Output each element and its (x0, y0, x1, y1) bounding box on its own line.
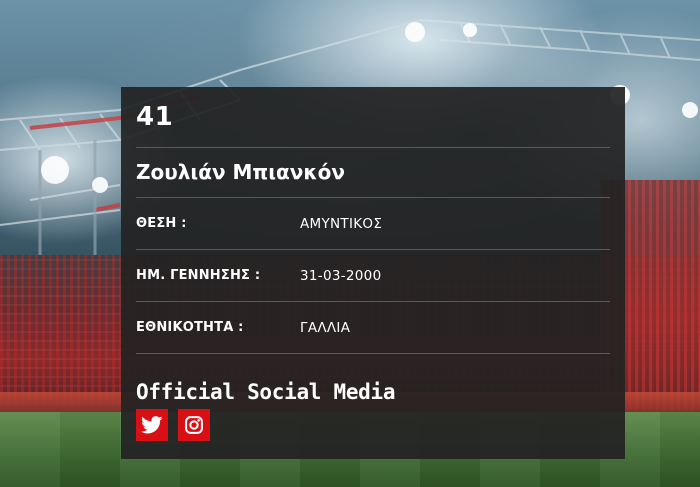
birthdate-row: ΗΜ. ΓΕΝΝΗΣΗΣ : 31-03-2000 (136, 250, 610, 301)
nationality-row: ΕΘΝΙΚΟΤΗΤΑ : ΓΑΛΛΙΑ (136, 302, 610, 353)
position-value: ΑΜΥΝΤΙΚΟΣ (300, 215, 383, 232)
twitter-button[interactable] (136, 409, 168, 441)
player-name: Ζουλιάν Μπιανκόν (136, 160, 345, 184)
social-media-links (136, 409, 610, 441)
player-info-card: 41 Ζουλιάν Μπιανκόν ΘΕΣΗ : ΑΜΥΝΤΙΚΟΣ ΗΜ.… (121, 87, 625, 459)
position-row: ΘΕΣΗ : ΑΜΥΝΤΙΚΟΣ (136, 198, 610, 249)
position-label: ΘΕΣΗ : (136, 216, 187, 231)
twitter-icon (141, 416, 163, 434)
birthdate-value: 31-03-2000 (300, 267, 382, 284)
player-number: 41 (136, 102, 174, 132)
nationality-value: ΓΑΛΛΙΑ (300, 319, 351, 336)
nationality-label: ΕΘΝΙΚΟΤΗΤΑ : (136, 320, 244, 335)
instagram-icon (185, 416, 203, 434)
birthdate-label: ΗΜ. ΓΕΝΝΗΣΗΣ : (136, 268, 261, 283)
divider (136, 353, 610, 354)
social-media-title: Official Social Media (136, 380, 396, 404)
instagram-button[interactable] (178, 409, 210, 441)
